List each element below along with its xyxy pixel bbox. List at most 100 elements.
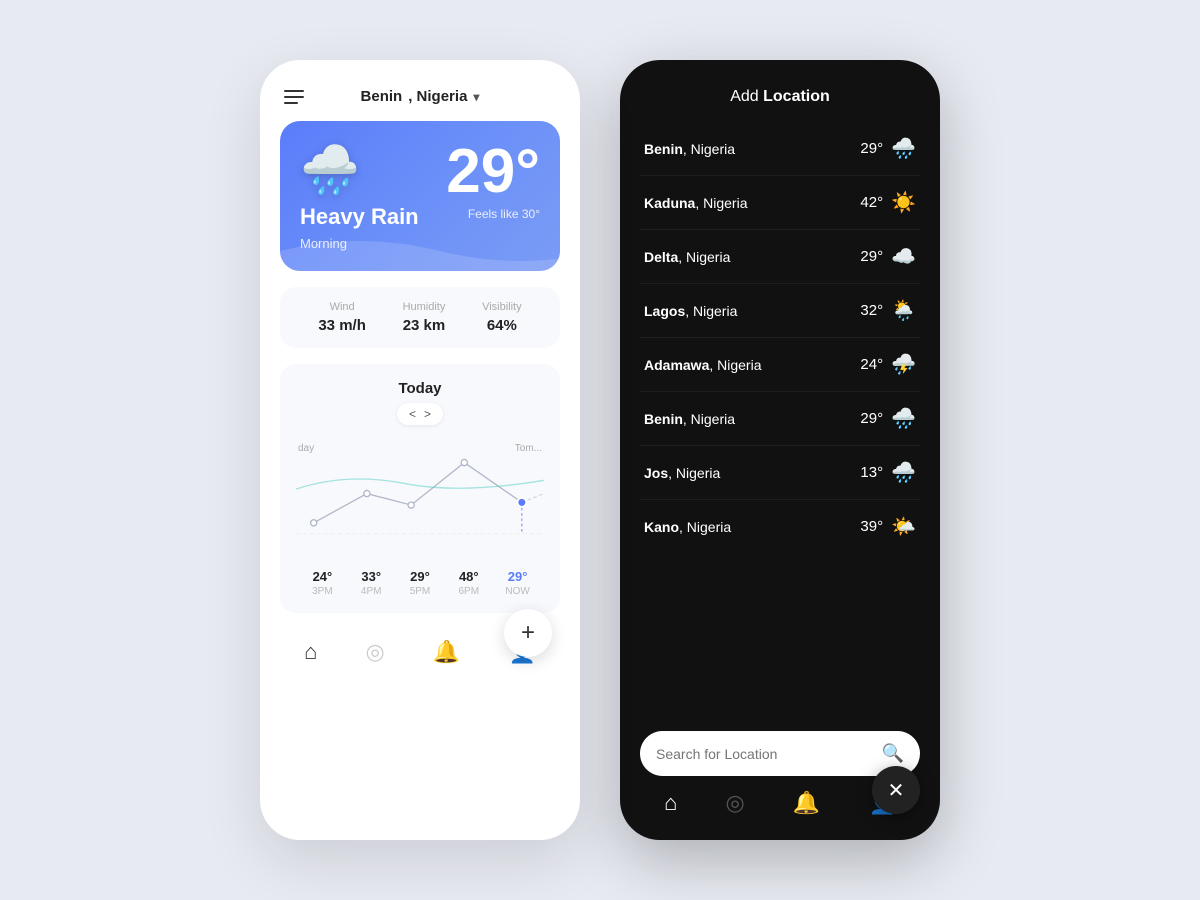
chart-point-4: 29° NOW [493,569,542,597]
loc-temp-6: 13° [860,464,883,481]
loc-right-2: 29° ☁️ [860,244,916,269]
chart-point-1: 33° 4PM [347,569,396,597]
rain-cloud-icon: 🌧️ [300,141,419,198]
location-list: Benin, Nigeria 29° 🌧️ Kaduna, Nigeria 42… [640,122,920,719]
loc-right-6: 13° 🌧️ [860,460,916,485]
close-button[interactable]: ✕ [872,766,920,814]
loc-right-4: 24° ⛈️ [860,352,916,377]
city-name: Benin [361,88,403,105]
chart-time-2: 5PM [396,586,445,597]
location-item[interactable]: Kano, Nigeria 39° 🌤️ [640,500,920,553]
visibility-stat: Visibility 64% [482,301,522,334]
weather-right-info: 29° Feels like 30° [446,141,540,221]
phone-left: Benin , Nigeria ▾ 🌧️ Heavy Rain Morning … [260,60,580,840]
bottom-nav: ⌂ ◎ 🔔 👤 + [280,629,560,669]
humidity-value: 23 km [403,317,446,334]
loc-right-5: 29° 🌧️ [860,406,916,431]
right-bottom-nav: ⌂ ◎ 🔔 👤 ✕ [640,776,920,820]
loc-weather-icon-5: 🌧️ [891,406,916,431]
loc-right-7: 39° 🌤️ [860,514,916,539]
right-phone-header: Add Location [640,88,920,106]
loc-temp-0: 29° [860,140,883,157]
nav-bell-icon[interactable]: 🔔 [433,639,460,665]
chart-point-3: 48° 6PM [444,569,493,597]
loc-weather-icon-2: ☁️ [891,244,916,269]
chart-time-3: 6PM [444,586,493,597]
feels-like: Feels like 30° [446,207,540,221]
location-item[interactable]: Delta, Nigeria 29° ☁️ [640,230,920,284]
search-container[interactable]: 🔍 [640,731,920,776]
chart-time-1: 4PM [347,586,396,597]
loc-weather-icon-7: 🌤️ [891,514,916,539]
chart-point-0: 24° 3PM [298,569,347,597]
nav-location-icon[interactable]: ◎ [366,639,385,665]
loc-name-3: Lagos, Nigeria [644,303,737,319]
stats-card: Wind 33 m/h Humidity 23 km Visibility 64… [280,287,560,348]
chart-point-2: 29° 5PM [396,569,445,597]
search-input[interactable] [656,746,882,762]
phones-container: Benin , Nigeria ▾ 🌧️ Heavy Rain Morning … [220,20,980,880]
loc-name-4: Adamawa, Nigeria [644,357,762,373]
phone-right: Add Location Benin, Nigeria 29° 🌧️ Kadun… [620,60,940,840]
chart-time-0: 3PM [298,586,347,597]
humidity-label: Humidity [403,301,446,313]
location-item[interactable]: Benin, Nigeria 29° 🌧️ [640,392,920,446]
right-nav-bell-icon[interactable]: 🔔 [793,790,820,816]
location-item[interactable]: Lagos, Nigeria 32° 🌦️ [640,284,920,338]
visibility-label: Visibility [482,301,522,313]
wind-stat: Wind 33 m/h [318,301,366,334]
loc-temp-2: 29° [860,248,883,265]
loc-right-1: 42° ☀️ [860,190,916,215]
chart-temp-1: 33° [347,569,396,584]
chart-prev-icon[interactable]: < [409,407,416,421]
humidity-stat: Humidity 23 km [403,301,446,334]
loc-weather-icon-3: 🌦️ [891,298,916,323]
location-item[interactable]: Benin, Nigeria 29° 🌧️ [640,122,920,176]
chart-time-4: NOW [493,586,542,597]
loc-weather-icon-6: 🌧️ [891,460,916,485]
loc-right-0: 29° 🌧️ [860,136,916,161]
loc-temp-7: 39° [860,518,883,535]
loc-weather-icon-0: 🌧️ [891,136,916,161]
right-nav-location-icon[interactable]: ◎ [726,790,745,816]
loc-name-6: Jos, Nigeria [644,465,720,481]
location-item[interactable]: Jos, Nigeria 13° 🌧️ [640,446,920,500]
loc-name-7: Kano, Nigeria [644,519,731,535]
temperature-chart: day Tom... [296,433,544,563]
menu-icon[interactable] [284,90,304,104]
add-label: Add [730,88,763,105]
search-icon[interactable]: 🔍 [882,743,904,764]
chart-svg [296,433,544,563]
wind-value: 33 m/h [318,317,366,334]
location-selector[interactable]: Benin , Nigeria ▾ [361,88,480,105]
chart-time-labels: 24° 3PM 33° 4PM 29° 5PM 48° 6PM 29° NO [296,569,544,597]
chart-section: Today < > day Tom... [280,364,560,613]
chevron-down-icon: ▾ [473,90,479,104]
chart-temp-3: 48° [444,569,493,584]
location-item[interactable]: Kaduna, Nigeria 42° ☀️ [640,176,920,230]
chart-temp-4: 29° [493,569,542,584]
chart-next-icon[interactable]: > [424,407,431,421]
day-label-next: Tom... [515,443,542,454]
weather-card: 🌧️ Heavy Rain Morning 29° Feels like 30° [280,121,560,271]
right-nav-home-icon[interactable]: ⌂ [664,790,677,816]
loc-temp-5: 29° [860,410,883,427]
weather-condition: Heavy Rain [300,204,419,230]
loc-weather-icon-1: ☀️ [891,190,916,215]
loc-temp-3: 32° [860,302,883,319]
phone-header: Benin , Nigeria ▾ [280,88,560,105]
loc-name-2: Delta, Nigeria [644,249,730,265]
loc-name-0: Benin, Nigeria [644,141,735,157]
location-label: Location [763,88,830,105]
nav-home-icon[interactable]: ⌂ [304,639,317,665]
chart-nav-controls[interactable]: < > [397,403,443,425]
loc-name-1: Kaduna, Nigeria [644,195,747,211]
chart-temp-2: 29° [396,569,445,584]
loc-temp-1: 42° [860,194,883,211]
chart-title: Today [398,380,441,397]
loc-name-5: Benin, Nigeria [644,411,735,427]
country-name: , Nigeria [408,88,467,105]
temperature-display: 29° [446,141,540,203]
location-item[interactable]: Adamawa, Nigeria 24° ⛈️ [640,338,920,392]
fab-add-button[interactable]: + [504,609,552,657]
